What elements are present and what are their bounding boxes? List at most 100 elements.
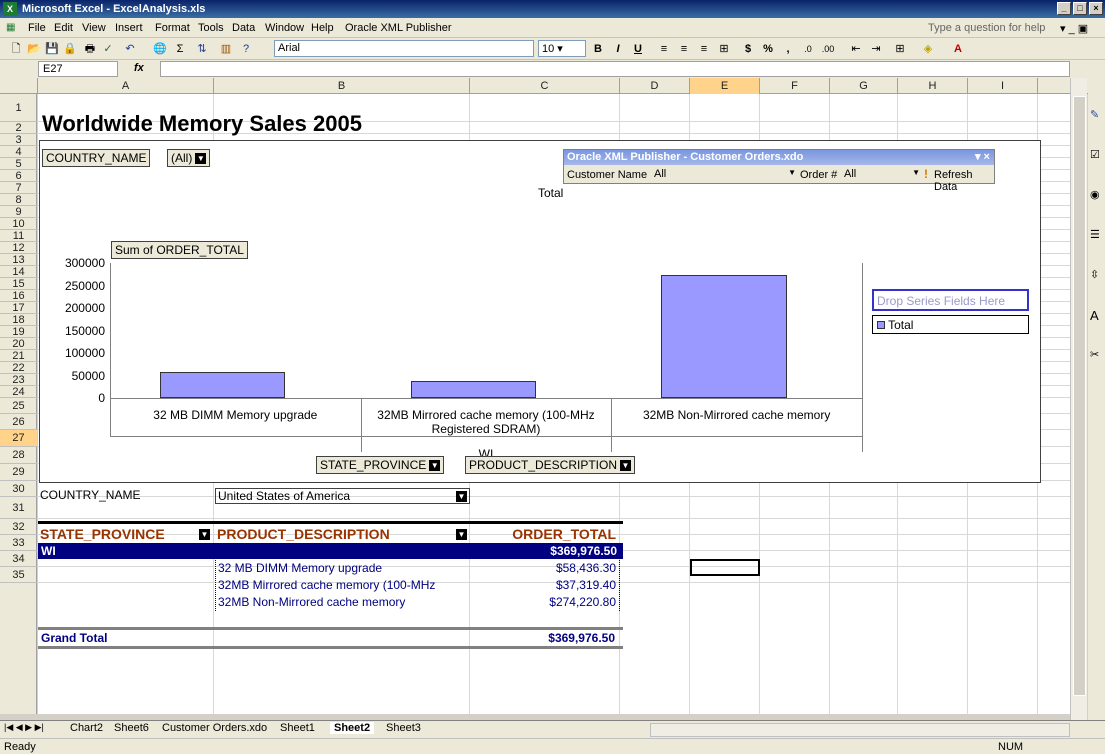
active-cell[interactable] — [690, 559, 760, 576]
pivot-chart[interactable]: COUNTRY_NAME (All) ▼ Total Sum of ORDER_T… — [39, 140, 1041, 483]
pivot-page-field-dropdown[interactable]: United States of America ▼ — [215, 488, 470, 504]
row-header[interactable]: 30 — [0, 481, 37, 497]
close-button[interactable]: × — [1089, 2, 1103, 15]
order-number-select[interactable]: All ▼ — [842, 168, 922, 183]
checkbox-icon[interactable]: ☑ — [1090, 148, 1100, 161]
row-header[interactable]: 27 — [0, 430, 37, 447]
scroll-bar-icon[interactable]: ⇳ — [1090, 268, 1099, 281]
row-header[interactable]: 28 — [0, 447, 37, 464]
column-header-i[interactable]: I — [968, 78, 1038, 94]
series-drop-zone[interactable]: Drop Series Fields Here — [872, 289, 1029, 311]
row-header[interactable]: 6 — [0, 170, 37, 182]
menu-view[interactable]: View — [82, 22, 106, 34]
row-header[interactable]: 32 — [0, 519, 37, 535]
menu-format[interactable]: Format — [155, 22, 190, 34]
new-icon[interactable]: 🗋 — [8, 41, 24, 57]
toolbar-close-icon[interactable]: ▾ × — [975, 150, 990, 165]
underline-button[interactable]: U — [630, 41, 646, 57]
align-center-icon[interactable]: ≡ — [676, 41, 692, 57]
increase-indent-icon[interactable]: ⇥ — [868, 41, 884, 57]
sort-ascending-icon[interactable]: ⇅ — [194, 41, 210, 57]
percent-button[interactable]: % — [760, 41, 776, 57]
italic-button[interactable]: I — [610, 41, 626, 57]
product-description-field-button[interactable]: PRODUCT_DESCRIPTION ▼ — [465, 456, 636, 474]
minimize-button[interactable]: _ — [1057, 2, 1071, 15]
dropdown-arrow-icon[interactable]: ▼ — [199, 529, 210, 540]
insert-function-icon[interactable]: fx — [134, 62, 144, 74]
tab-sheet6[interactable]: Sheet6 — [114, 722, 149, 734]
row-header[interactable]: 8 — [0, 194, 37, 206]
scroll-thumb[interactable] — [1073, 96, 1086, 696]
column-header-e[interactable]: E — [690, 78, 760, 94]
tab-sheet1[interactable]: Sheet1 — [280, 722, 315, 734]
menu-help[interactable]: Help — [311, 22, 334, 34]
row-header[interactable]: 22 — [0, 362, 37, 374]
row-header[interactable]: 20 — [0, 338, 37, 350]
name-box[interactable]: E27 — [38, 61, 118, 77]
row-header[interactable]: 23 — [0, 374, 37, 386]
column-header-c[interactable]: C — [470, 78, 620, 94]
merge-center-icon[interactable]: ⊞ — [716, 41, 732, 57]
help-icon[interactable]: ? — [238, 41, 254, 57]
select-all-corner[interactable] — [0, 78, 38, 94]
column-header-d[interactable]: D — [620, 78, 690, 94]
borders-icon[interactable]: ⊞ — [892, 41, 908, 57]
decrease-indent-icon[interactable]: ⇤ — [848, 41, 864, 57]
increase-decimal-icon[interactable]: .0 — [800, 41, 816, 57]
excel-icon[interactable]: X — [3, 2, 17, 16]
row-header[interactable]: 15 — [0, 278, 37, 290]
row-header[interactable]: 14 — [0, 266, 37, 278]
row-header[interactable]: 19 — [0, 326, 37, 338]
column-header-b[interactable]: B — [214, 78, 470, 94]
align-left-icon[interactable]: ≡ — [656, 41, 672, 57]
column-header-h[interactable]: H — [898, 78, 968, 94]
chart-bar[interactable] — [410, 381, 537, 398]
row-header[interactable]: 1 — [0, 94, 37, 122]
row-header[interactable]: 3 — [0, 134, 37, 146]
label-icon[interactable]: A — [1090, 308, 1099, 323]
row-header[interactable]: 24 — [0, 386, 37, 398]
row-header[interactable]: 11 — [0, 230, 37, 242]
row-header[interactable]: 33 — [0, 535, 37, 551]
undo-icon[interactable]: ↶ — [122, 41, 138, 57]
tab-sheet3[interactable]: Sheet3 — [386, 722, 421, 734]
spelling-icon[interactable]: ✓ — [100, 41, 116, 57]
state-province-header[interactable]: STATE_PROVINCE — [40, 526, 165, 542]
tools-icon[interactable]: ✂ — [1090, 348, 1099, 361]
row-header[interactable]: 5 — [0, 158, 37, 170]
chart-wizard-icon[interactable]: ▥ — [218, 41, 234, 57]
row-header[interactable]: 29 — [0, 464, 37, 481]
row-header[interactable]: 35 — [0, 567, 37, 583]
chart-page-field[interactable]: COUNTRY_NAME — [42, 149, 151, 167]
help-search-box[interactable]: Type a question for help — [928, 22, 1045, 34]
row-header[interactable]: 4 — [0, 146, 37, 158]
tab-sheet2[interactable]: Sheet2 — [330, 722, 375, 734]
row-header[interactable]: 9 — [0, 206, 37, 218]
grand-total-row[interactable]: Grand Total $369,976.50 — [38, 627, 623, 649]
workbook-icon[interactable]: ▦ — [6, 22, 15, 33]
chart-bar[interactable] — [661, 274, 787, 398]
align-right-icon[interactable]: ≡ — [696, 41, 712, 57]
row-header[interactable]: 13 — [0, 254, 37, 266]
print-icon[interactable]: 🖶 — [82, 41, 98, 57]
permission-icon[interactable]: 🔒 — [62, 41, 78, 57]
row-header[interactable]: 7 — [0, 182, 37, 194]
column-header-a[interactable]: A — [38, 78, 214, 94]
horizontal-scrollbar[interactable] — [650, 723, 1070, 737]
menu-insert[interactable]: Insert — [115, 22, 143, 34]
list-box-icon[interactable]: ☰ — [1090, 228, 1100, 241]
state-province-field-button[interactable]: STATE_PROVINCE ▼ — [316, 456, 445, 474]
open-icon[interactable]: 📂 — [26, 41, 42, 57]
row-header[interactable]: 31 — [0, 497, 37, 519]
hyperlink-icon[interactable]: 🌐 — [152, 41, 168, 57]
maximize-button[interactable]: □ — [1073, 2, 1087, 15]
menu-data[interactable]: Data — [232, 22, 255, 34]
font-size-select[interactable]: 10 ▾ — [538, 40, 586, 57]
formula-input[interactable] — [160, 61, 1070, 77]
row-header[interactable]: 34 — [0, 551, 37, 567]
save-icon[interactable]: 💾 — [44, 41, 60, 57]
comma-button[interactable]: , — [780, 41, 796, 57]
decrease-decimal-icon[interactable]: .00 — [820, 41, 836, 57]
refresh-icon[interactable]: ! — [924, 167, 928, 181]
customer-name-select[interactable]: All ▼ — [652, 168, 798, 183]
